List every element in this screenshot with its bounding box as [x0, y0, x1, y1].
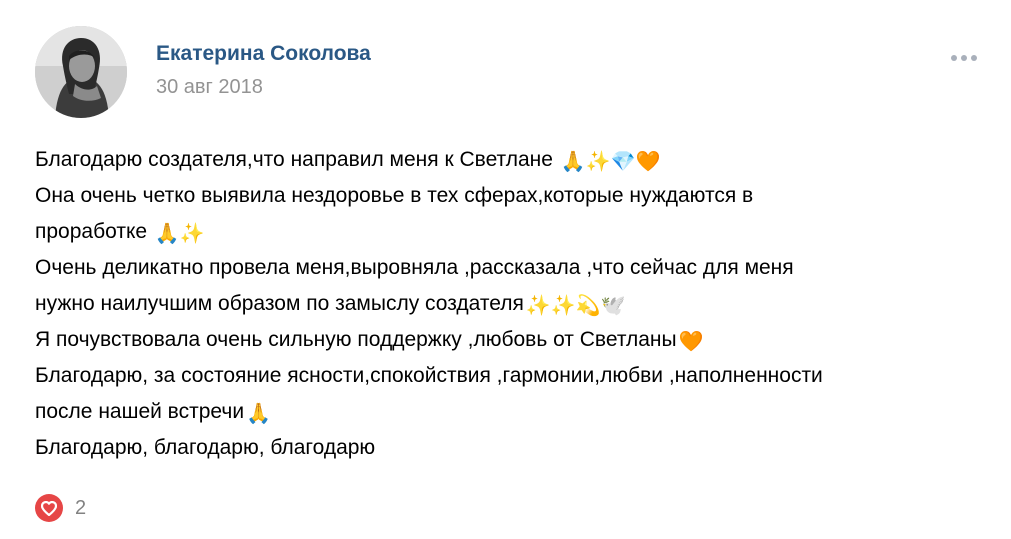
author-name-link[interactable]: Екатерина Соколова	[156, 42, 371, 66]
heart-icon	[35, 494, 63, 522]
line-text: Очень деликатно провела меня,выровняла ,…	[35, 256, 794, 279]
line-text: Она очень четко выявила нездоровье в тех…	[35, 184, 754, 207]
line-text: после нашей встречи	[35, 400, 245, 423]
post-text-line: Очень деликатно провела меня,выровняла ,…	[35, 250, 985, 286]
post-text-line: после нашей встречи 🙏	[35, 394, 985, 430]
emoji-group: ✨✨💫🕊️	[525, 295, 626, 317]
emoji-group: 🧡	[678, 331, 704, 353]
more-dot-icon	[961, 55, 967, 61]
post-text-line: нужно наилучшим образом по замыслу созда…	[35, 286, 985, 322]
post-text-line: Благодарю создателя,что направил меня к …	[35, 142, 985, 178]
post-text-line: Она очень четко выявила нездоровье в тех…	[35, 178, 985, 214]
emoji-group: 🙏	[246, 403, 271, 425]
more-dot-icon	[971, 55, 977, 61]
line-text: Благодарю создателя,что направил меня к …	[35, 148, 559, 171]
more-dot-icon	[951, 55, 957, 61]
more-options-button[interactable]	[944, 48, 984, 68]
post-date[interactable]: 30 авг 2018	[156, 76, 263, 99]
like-button[interactable]: 2	[35, 494, 86, 522]
author-avatar[interactable]	[35, 26, 127, 118]
post-text-line: Я почувствовала очень сильную поддержку …	[35, 322, 985, 358]
line-text: Я почувствовала очень сильную поддержку …	[35, 328, 677, 351]
line-text: Благодарю, за состояние ясности,спокойст…	[35, 364, 823, 387]
line-text: Благодарю, благодарю, благодарю	[35, 436, 376, 459]
post-text-line: Благодарю, благодарю, благодарю	[35, 430, 985, 466]
emoji-group: 🙏✨💎🧡	[560, 151, 661, 173]
review-post: Екатерина Соколова 30 авг 2018 Благодарю…	[0, 0, 1011, 539]
emoji-group: 🙏✨	[154, 223, 205, 245]
avatar-photo-icon	[35, 26, 127, 118]
line-text: нужно наилучшим образом по замыслу созда…	[35, 292, 524, 315]
post-text-line: проработке 🙏✨	[35, 214, 985, 250]
post-text-line: Благодарю, за состояние ясности,спокойст…	[35, 358, 985, 394]
like-count: 2	[75, 496, 87, 519]
line-text: проработке	[35, 220, 153, 243]
post-text: Благодарю создателя,что направил меня к …	[35, 142, 985, 466]
